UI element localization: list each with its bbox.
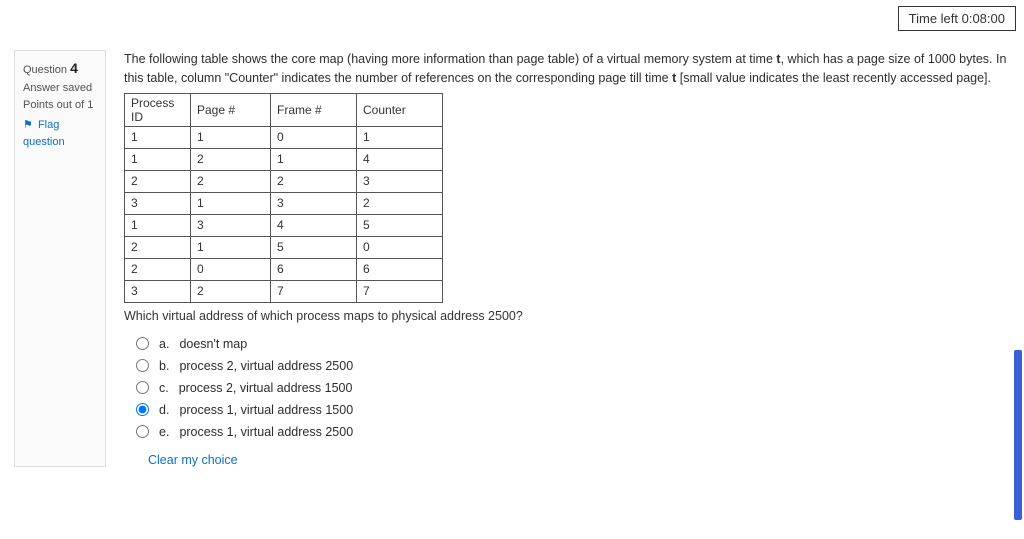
table-row: 2066: [125, 258, 443, 280]
col-header-page: Page #: [191, 93, 271, 126]
table-cell: 2: [125, 258, 191, 280]
answer-radio[interactable]: [136, 359, 149, 372]
table-cell: 4: [271, 214, 357, 236]
option-text: doesn't map: [179, 337, 247, 351]
time-left-text: Time left 0:08:00: [909, 11, 1005, 26]
table-row: 3277: [125, 280, 443, 302]
table-cell: 0: [357, 236, 443, 258]
col-header-process-id: Process ID: [125, 93, 191, 126]
option-text: process 2, virtual address 2500: [179, 359, 353, 373]
option-text: process 1, virtual address 2500: [179, 425, 353, 439]
table-cell: 1: [191, 126, 271, 148]
question-label-line: Question 4: [23, 57, 97, 80]
table-cell: 6: [357, 258, 443, 280]
table-cell: 1: [125, 148, 191, 170]
table-cell: 2: [191, 280, 271, 302]
table-cell: 1: [191, 192, 271, 214]
table-cell: 0: [191, 258, 271, 280]
option-letter: c.: [159, 381, 169, 395]
option-letter: d.: [159, 403, 169, 417]
answer-radio[interactable]: [136, 425, 149, 438]
table-cell: 3: [271, 192, 357, 214]
option-text: process 1, virtual address 1500: [179, 403, 353, 417]
option-text: process 2, virtual address 1500: [179, 381, 353, 395]
answer-option[interactable]: c. process 2, virtual address 1500: [136, 381, 1008, 395]
table-row: 2223: [125, 170, 443, 192]
answer-options: a. doesn't map b. process 2, virtual addres…: [136, 337, 1008, 439]
table-cell: 1: [125, 214, 191, 236]
table-cell: 1: [271, 148, 357, 170]
table-cell: 2: [125, 170, 191, 192]
option-letter: a.: [159, 337, 169, 351]
answer-radio[interactable]: [136, 337, 149, 350]
col-header-counter: Counter: [357, 93, 443, 126]
table-cell: 3: [191, 214, 271, 236]
table-cell: 4: [357, 148, 443, 170]
table-cell: 2: [191, 148, 271, 170]
col-header-frame: Frame #: [271, 93, 357, 126]
table-cell: 7: [357, 280, 443, 302]
answer-radio[interactable]: [136, 403, 149, 416]
table-cell: 2: [191, 170, 271, 192]
table-header-row: Process ID Page # Frame # Counter: [125, 93, 443, 126]
answer-option[interactable]: d. process 1, virtual address 1500: [136, 403, 1008, 417]
table-cell: 1: [125, 126, 191, 148]
table-cell: 2: [125, 236, 191, 258]
table-cell: 1: [357, 126, 443, 148]
table-cell: 3: [125, 192, 191, 214]
vertical-scrollbar[interactable]: [1014, 350, 1022, 520]
table-cell: 5: [357, 214, 443, 236]
table-row: 3132: [125, 192, 443, 214]
table-row: 1345: [125, 214, 443, 236]
option-letter: e.: [159, 425, 169, 439]
table-cell: 3: [357, 170, 443, 192]
table-cell: 6: [271, 258, 357, 280]
answer-option[interactable]: a. doesn't map: [136, 337, 1008, 351]
flag-question-link[interactable]: ⚑ Flag question: [23, 117, 97, 152]
table-row: 2150: [125, 236, 443, 258]
core-map-table: Process ID Page # Frame # Counter 110112…: [124, 93, 443, 303]
time-left-box: Time left 0:08:00: [898, 6, 1016, 31]
table-cell: 5: [271, 236, 357, 258]
flag-icon: ⚑: [23, 119, 33, 131]
clear-choice-link[interactable]: Clear my choice: [148, 453, 238, 467]
sub-question-text: Which virtual address of which process m…: [124, 309, 1008, 323]
answer-radio[interactable]: [136, 381, 149, 394]
question-intro: The following table shows the core map (…: [124, 50, 1008, 89]
question-main: The following table shows the core map (…: [106, 50, 1016, 467]
table-cell: 3: [125, 280, 191, 302]
table-cell: 2: [271, 170, 357, 192]
table-cell: 1: [191, 236, 271, 258]
option-letter: b.: [159, 359, 169, 373]
question-number: 4: [70, 60, 78, 76]
answer-option[interactable]: e. process 1, virtual address 2500: [136, 425, 1008, 439]
points-line: Points out of 1: [23, 97, 97, 115]
table-cell: 2: [357, 192, 443, 214]
table-row: 1214: [125, 148, 443, 170]
table-cell: 0: [271, 126, 357, 148]
answer-status: Answer saved: [23, 80, 97, 98]
table-row: 1101: [125, 126, 443, 148]
question-info-sidebar: Question 4 Answer saved Points out of 1 …: [14, 50, 106, 467]
answer-option[interactable]: b. process 2, virtual address 2500: [136, 359, 1008, 373]
table-cell: 7: [271, 280, 357, 302]
